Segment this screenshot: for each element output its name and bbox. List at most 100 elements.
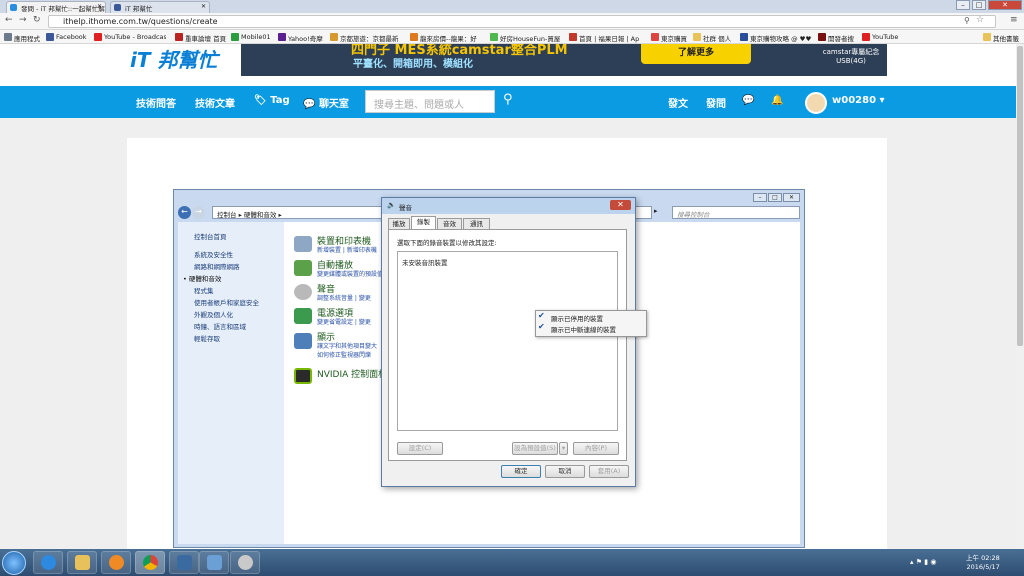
messages-icon[interactable]: 💬 — [742, 95, 754, 106]
banner-cta-button[interactable]: 了解更多 — [641, 44, 751, 64]
tray-icons[interactable]: ▴ ⚑ ▮ ◉ — [910, 558, 936, 566]
tab-sounds[interactable]: 音效 — [437, 218, 462, 229]
bookmark-house[interactable]: 龍來房價--龍果：好 — [410, 33, 484, 43]
site-search-input[interactable]: 搜尋主題、問題或人 — [365, 90, 495, 113]
ad-banner[interactable]: 四門子 MES系統camstar整合PLM 平臺化、開箱即用、模組化 了解更多 … — [241, 44, 887, 76]
category-devices-links[interactable]: 新增裝置 | 新增印表機 — [317, 245, 377, 254]
url-text: ithelp.ithome.com.tw/questions/create — [63, 17, 218, 26]
dialog-close-button[interactable]: ✕ — [610, 200, 631, 210]
taskbar-ie[interactable] — [33, 551, 63, 574]
sidebar-item-appearance[interactable]: 外觀及個人化 — [194, 309, 233, 319]
category-display-links[interactable]: 讓文字和其他項目變大 — [317, 341, 377, 350]
cp-search-input[interactable]: 搜尋控制台 — [672, 206, 800, 219]
cancel-button[interactable]: 取消 — [545, 465, 585, 478]
display-icon — [294, 333, 312, 349]
zoom-icon[interactable]: ⚲ — [964, 16, 970, 25]
sidebar-item-network[interactable]: 網路和網際網路 — [194, 261, 240, 271]
menu-show-disabled[interactable]: 顯示已停用的裝置 — [551, 313, 603, 323]
taskbar-explorer[interactable] — [67, 551, 97, 574]
bookmark-youtube-broadcast[interactable]: YouTube - Broadcast — [94, 33, 166, 41]
sidebar-item-accounts[interactable]: 使用者帳戶和家庭安全 — [194, 297, 259, 307]
category-display-links-2[interactable]: 如何修正監視器閃爍 — [317, 350, 371, 359]
start-button[interactable] — [2, 551, 26, 575]
bookmark-kyoto[interactable]: 京都旅遊：京都最新 — [330, 33, 402, 43]
ok-button[interactable]: 確定 — [501, 465, 541, 478]
tab-playback[interactable]: 播放 — [388, 218, 410, 229]
bookmark-tokyo[interactable]: 東京購買 — [651, 33, 687, 43]
taskbar-media[interactable] — [101, 551, 131, 574]
tab-label: 發問 - iT 邦幫忙::一起幫忙解決難題... — [21, 5, 105, 13]
close-icon[interactable]: ✕ — [97, 3, 102, 10]
forward-icon[interactable]: → — [192, 206, 205, 219]
bookmark-tokyo-shopping[interactable]: 東京購物攻略 @ ♥♥♥ — [740, 33, 812, 43]
apply-button[interactable]: 套用(A) — [589, 465, 629, 478]
cp-close-button[interactable]: ✕ — [783, 193, 800, 202]
back-icon[interactable]: ← — [178, 206, 191, 219]
category-autoplay-links[interactable]: 變更媒體或裝置的預設值 — [317, 269, 383, 278]
back-icon[interactable]: ← — [5, 15, 13, 25]
category-power-links[interactable]: 變更省電設定 | 變更 — [317, 317, 371, 326]
bookmark-appledaily[interactable]: 首頁 | 福果日報 | Ap — [569, 33, 643, 43]
empty-device-text: 未安裝音訊裝置 — [402, 259, 448, 267]
tab-recording[interactable]: 錄製 — [411, 216, 436, 230]
taskbar-app[interactable] — [169, 551, 199, 574]
device-list[interactable] — [397, 251, 618, 431]
properties-button[interactable]: 內容(P) — [573, 442, 619, 455]
sidebar-item-ease[interactable]: 輕鬆存取 — [194, 333, 220, 343]
sidebar-item-home[interactable]: 控制台首頁 — [194, 231, 227, 241]
bookmark-housefun[interactable]: 好房HouseFun-買屋 — [490, 33, 564, 43]
nav-articles[interactable]: 技術文章 — [195, 95, 235, 110]
star-icon[interactable]: ☆ — [976, 15, 984, 25]
nav-chat[interactable]: 💬 聊天室 — [303, 95, 349, 110]
minimize-button[interactable]: – — [956, 0, 970, 10]
cp-minimize-button[interactable]: – — [753, 193, 767, 202]
scrollbar-thumb[interactable] — [1017, 46, 1023, 346]
nav-ask[interactable]: 發問 — [706, 95, 726, 110]
bookmark-other[interactable]: 其他書籤 — [983, 33, 1019, 43]
site-logo[interactable]: iT 邦幫忙 — [130, 44, 217, 73]
close-icon[interactable]: ✕ — [201, 3, 206, 10]
sidebar-item-programs[interactable]: 程式集 — [194, 285, 214, 295]
nav-qa[interactable]: 技術問答 — [136, 95, 176, 110]
user-menu[interactable]: w00280 ▾ — [832, 95, 885, 106]
bookmark-mobile01[interactable]: Mobile01 — [231, 33, 271, 41]
tab-ithelp[interactable]: iT 邦幫忙 ✕ — [110, 1, 210, 13]
bookmark-yahoo[interactable]: Yahoo!奇摩 — [278, 33, 323, 43]
taskbar-network[interactable] — [199, 551, 229, 574]
avatar[interactable] — [805, 92, 827, 114]
bookmarks-bar: 應用程式 Facebook YouTube - Broadcast 重車論壇 首… — [0, 30, 1024, 44]
close-window-button[interactable]: ✕ — [988, 0, 1022, 10]
category-nvidia[interactable]: NVIDIA 控制面板 — [317, 367, 387, 380]
set-default-dropdown[interactable]: ▾ — [559, 442, 568, 455]
bookmark-youtube[interactable]: YouTube — [862, 33, 898, 41]
tab-ithelp-ask[interactable]: 發問 - iT 邦幫忙::一起幫忙解決難題...✕ — [6, 1, 106, 13]
reload-icon[interactable]: ↻ — [33, 15, 41, 25]
sidebar-item-clock[interactable]: 時鐘、語言和區域 — [194, 321, 246, 331]
dialog-instruction: 選取下面的錄音裝置以修改其設定: — [397, 239, 497, 247]
cp-maximize-button[interactable]: □ — [768, 193, 782, 202]
address-bar[interactable]: ithelp.ithome.com.tw/questions/create — [48, 15, 996, 28]
nav-post[interactable]: 發文 — [668, 95, 688, 110]
bookmark-forum[interactable]: 重車論壇 首頁 — [175, 33, 226, 43]
set-default-button[interactable]: 設為預設值(S) — [512, 442, 558, 455]
notification-bell-icon[interactable]: 🔔 — [771, 95, 783, 106]
bookmark-dev[interactable]: 開發者搜 — [818, 33, 854, 43]
search-icon[interactable]: ⚲ — [503, 92, 513, 107]
refresh-icon[interactable]: ▸ — [654, 207, 658, 215]
bookmark-community[interactable]: 社群 個人 — [693, 33, 731, 43]
configure-button[interactable]: 設定(C) — [397, 442, 443, 455]
bookmark-facebook[interactable]: Facebook — [46, 33, 87, 41]
bookmark-apps[interactable]: 應用程式 — [4, 33, 40, 43]
taskbar-disc[interactable] — [230, 551, 260, 574]
system-clock[interactable]: 上午 02:28 2016/5/17 — [966, 554, 1000, 572]
tab-communications[interactable]: 通訊 — [463, 218, 490, 229]
maximize-button[interactable]: □ — [972, 0, 986, 10]
sidebar-item-security[interactable]: 系統及安全性 — [194, 249, 233, 259]
menu-icon[interactable]: ≡ — [1010, 15, 1018, 25]
taskbar-chrome[interactable] — [135, 551, 165, 574]
sidebar-item-hardware[interactable]: • 硬體和音效 — [183, 273, 221, 283]
forward-icon[interactable]: → — [19, 15, 27, 25]
menu-show-disconnected[interactable]: 顯示已中斷連線的裝置 — [551, 324, 616, 334]
nav-tag[interactable]: 🏷 Tag — [254, 95, 290, 106]
category-sound-links[interactable]: 調整系統音量 | 變更 — [317, 293, 371, 302]
